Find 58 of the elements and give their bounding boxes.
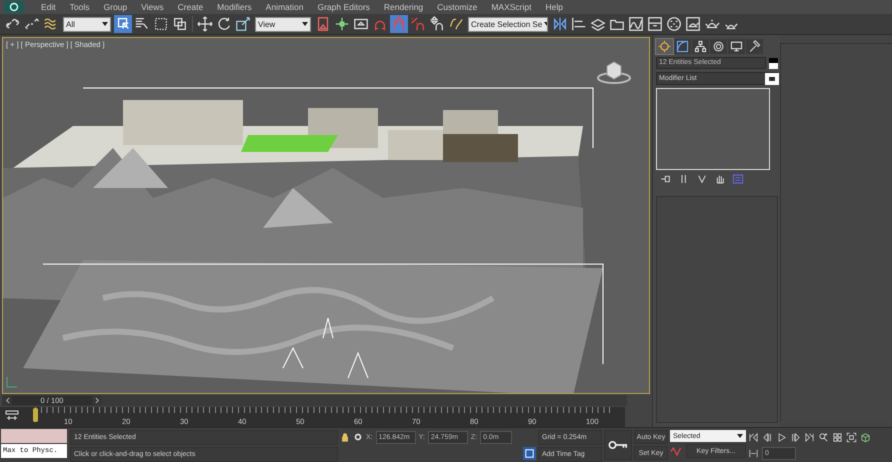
dashed-rectangle-icon[interactable] <box>152 15 170 33</box>
grid-icon[interactable] <box>832 432 843 442</box>
mirror-icon[interactable] <box>551 15 569 33</box>
menu-item[interactable]: Help <box>538 2 570 12</box>
menu-item[interactable]: MAXScript <box>484 2 538 12</box>
go-to-start-icon[interactable] <box>748 432 759 442</box>
object-color-swatch[interactable] <box>769 58 778 68</box>
hand-icon[interactable] <box>714 173 726 185</box>
menu-item[interactable]: Create <box>170 2 210 12</box>
align-icon[interactable] <box>570 15 588 33</box>
listener-output-field[interactable] <box>1 429 67 443</box>
zoom-icon[interactable] <box>818 432 829 442</box>
crosshair-icon[interactable] <box>333 15 351 33</box>
curve-graph-icon[interactable] <box>627 15 645 33</box>
disc-tab[interactable] <box>710 39 727 54</box>
menu-item[interactable]: Group <box>96 2 134 12</box>
key-mode-toggle-icon[interactable] <box>748 448 759 458</box>
move-icon[interactable] <box>196 15 214 33</box>
curve-icon[interactable] <box>670 446 684 456</box>
selection-filter-dropdown[interactable]: All <box>63 16 111 32</box>
curve-tab[interactable] <box>674 39 691 54</box>
play-icon[interactable] <box>776 432 787 442</box>
menu-item[interactable]: Views <box>134 2 171 12</box>
menu-item[interactable]: Tools <box>62 2 96 12</box>
next-frame-icon[interactable] <box>790 432 801 442</box>
menu-item[interactable]: Customize <box>430 2 484 12</box>
menu-item[interactable]: Animation <box>258 2 310 12</box>
set-keys-button[interactable] <box>604 430 632 460</box>
menu-item[interactable]: Edit <box>34 2 63 12</box>
zoom-extents-icon[interactable] <box>846 432 857 442</box>
hammer-tab[interactable] <box>746 39 763 54</box>
gear-icon[interactable] <box>353 432 363 442</box>
window-icon[interactable] <box>523 446 536 460</box>
sun-tab[interactable] <box>656 39 673 54</box>
named-selection-dropdown[interactable]: Create Selection Se <box>468 16 548 32</box>
axis-tripod-icon <box>5 375 19 390</box>
sphere-icon[interactable] <box>665 15 683 33</box>
menu-item[interactable]: Modifiers <box>210 2 259 12</box>
modifier-stack[interactable] <box>656 88 770 170</box>
curve-editor-toggle-icon[interactable] <box>4 409 20 422</box>
reference-coordinate-dropdown[interactable]: View <box>255 16 311 32</box>
go-to-end-icon[interactable] <box>804 432 815 442</box>
hierarchy-tab[interactable] <box>692 39 709 54</box>
view-cube-icon[interactable] <box>597 60 631 84</box>
panel-icon[interactable] <box>646 15 664 33</box>
scale-icon[interactable] <box>234 15 252 33</box>
select-cursor-icon[interactable] <box>114 15 132 33</box>
monitor-tab[interactable] <box>728 39 745 54</box>
pin-icon[interactable] <box>660 173 672 185</box>
current-frame-marker <box>33 408 38 422</box>
spinner-magnet-icon[interactable] <box>428 15 446 33</box>
menu-item[interactable]: Rendering <box>376 2 430 12</box>
menu-item[interactable]: Graph Editors <box>310 2 377 12</box>
key-icon <box>608 440 628 450</box>
previous-frame-icon[interactable] <box>762 432 773 442</box>
cube-icon[interactable] <box>860 432 871 442</box>
window-crossing-icon[interactable] <box>171 15 189 33</box>
lock-icon[interactable] <box>340 432 350 442</box>
